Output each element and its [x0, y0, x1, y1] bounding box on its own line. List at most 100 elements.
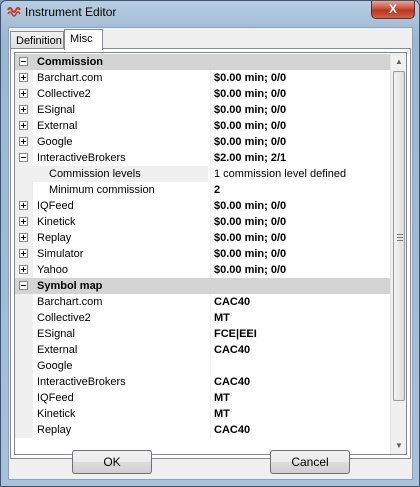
property-name: Minimum commission [49, 184, 155, 196]
row-gutter [15, 310, 33, 326]
tab-definition[interactable]: Definition [10, 31, 64, 49]
expand-plus-icon[interactable] [19, 201, 28, 210]
property-value[interactable]: MT [210, 406, 392, 422]
category-row[interactable]: Symbol map [15, 278, 392, 294]
row-gutter [15, 198, 33, 214]
row-gutter [15, 390, 33, 406]
property-row[interactable]: Yahoo $0.00 min; 0/0 [15, 262, 392, 278]
property-name: Yahoo [37, 264, 68, 276]
property-name: ESignal [37, 104, 75, 116]
collapse-minus-icon[interactable] [19, 153, 28, 162]
property-value[interactable]: CAC40 [210, 294, 392, 310]
property-name: Commission levels [33, 166, 208, 182]
property-row[interactable]: IQFeed MT [15, 390, 392, 406]
tab-misc[interactable]: Misc [64, 29, 103, 50]
ok-button[interactable]: OK [72, 450, 152, 474]
property-value[interactable]: CAC40 [210, 342, 392, 358]
property-row[interactable]: Kinetick $0.00 min; 0/0 [15, 214, 392, 230]
scroll-down-arrow-icon[interactable]: ▼ [391, 437, 406, 454]
property-row[interactable]: Collective2 MT [15, 310, 392, 326]
property-value[interactable]: $0.00 min; 0/0 [210, 246, 392, 262]
property-value[interactable]: $0.00 min; 0/0 [210, 102, 392, 118]
expand-plus-icon[interactable] [19, 233, 28, 242]
row-gutter [15, 326, 33, 342]
property-name: External [37, 344, 78, 356]
instrument-editor-window: Instrument Editor X Definition Misc Comm… [0, 0, 420, 487]
property-row[interactable]: Simulator $0.00 min; 0/0 [15, 246, 392, 262]
property-row[interactable]: Replay CAC40 [15, 422, 392, 438]
property-value[interactable]: $0.00 min; 0/0 [210, 86, 392, 102]
property-value[interactable]: CAC40 [210, 374, 392, 390]
property-row[interactable]: Barchart.com $0.00 min; 0/0 [15, 70, 392, 86]
property-row[interactable]: External CAC40 [15, 342, 392, 358]
property-value[interactable]: MT [210, 390, 392, 406]
property-value[interactable] [210, 358, 392, 374]
row-gutter [15, 150, 33, 166]
property-value[interactable]: CAC40 [210, 422, 392, 438]
property-row[interactable]: Collective2 $0.00 min; 0/0 [15, 86, 392, 102]
property-value[interactable]: $2.00 min; 2/1 [210, 150, 392, 166]
collapse-minus-icon[interactable] [19, 281, 28, 290]
close-icon: X [388, 2, 397, 16]
property-name: Simulator [37, 248, 84, 260]
property-row[interactable]: Google [15, 358, 392, 374]
expand-plus-icon[interactable] [19, 249, 28, 258]
property-row[interactable]: Minimum commission 2 [15, 182, 392, 198]
row-gutter [15, 118, 33, 134]
property-name: Kinetick [37, 408, 76, 420]
property-row[interactable]: InteractiveBrokers CAC40 [15, 374, 392, 390]
property-name: Replay [37, 232, 72, 244]
row-gutter [15, 166, 33, 182]
property-row[interactable]: Kinetick MT [15, 406, 392, 422]
grip-icon [397, 234, 403, 241]
collapse-minus-icon[interactable] [19, 57, 28, 66]
row-gutter [15, 262, 33, 278]
row-gutter [15, 246, 33, 262]
row-gutter [15, 54, 33, 70]
row-gutter [15, 374, 33, 390]
expand-plus-icon[interactable] [19, 137, 28, 146]
property-name: Barchart.com [37, 72, 103, 84]
property-name: Google [37, 360, 73, 372]
scroll-up-arrow-icon[interactable]: ▲ [391, 53, 406, 70]
property-value[interactable]: $0.00 min; 0/0 [210, 262, 392, 278]
property-value[interactable]: MT [210, 310, 392, 326]
property-value[interactable]: $0.00 min; 0/0 [210, 230, 392, 246]
property-value[interactable]: FCE|EEI [210, 326, 392, 342]
property-row[interactable]: Commission levels 1 commission level defi… [15, 166, 392, 182]
property-row[interactable]: ESignal $0.00 min; 0/0 [15, 102, 392, 118]
expand-plus-icon[interactable] [19, 121, 28, 130]
property-value[interactable]: $0.00 min; 0/0 [210, 198, 392, 214]
property-row[interactable]: External $0.00 min; 0/0 [15, 118, 392, 134]
row-gutter [15, 134, 33, 150]
expand-plus-icon[interactable] [19, 105, 28, 114]
property-value[interactable]: $0.00 min; 0/0 [210, 118, 392, 134]
property-row[interactable]: ESignal FCE|EEI [15, 326, 392, 342]
title-bar[interactable]: Instrument Editor X [1, 1, 419, 23]
property-row[interactable]: Barchart.com CAC40 [15, 294, 392, 310]
property-value[interactable]: 2 [210, 182, 392, 198]
property-row[interactable]: IQFeed $0.00 min; 0/0 [15, 198, 392, 214]
category-row[interactable]: Commission [15, 54, 392, 70]
property-value[interactable]: $0.00 min; 0/0 [210, 214, 392, 230]
property-name: ESignal [37, 328, 75, 340]
row-gutter [15, 102, 33, 118]
property-name: Kinetick [37, 216, 76, 228]
property-row[interactable]: Google $0.00 min; 0/0 [15, 134, 392, 150]
property-value[interactable]: 1 commission level defined [210, 166, 392, 182]
property-name: InteractiveBrokers [37, 152, 126, 164]
row-gutter [15, 182, 33, 198]
property-value[interactable]: $0.00 min; 0/0 [210, 70, 392, 86]
property-row[interactable]: Replay $0.00 min; 0/0 [15, 230, 392, 246]
scroll-thumb[interactable] [393, 71, 405, 401]
close-button[interactable]: X [371, 1, 415, 19]
cancel-button[interactable]: Cancel [270, 450, 350, 474]
expand-plus-icon[interactable] [19, 265, 28, 274]
expand-plus-icon[interactable] [19, 73, 28, 82]
expand-plus-icon[interactable] [19, 89, 28, 98]
vertical-scrollbar[interactable]: ▲ ▼ [390, 53, 406, 454]
expand-plus-icon[interactable] [19, 217, 28, 226]
row-gutter [15, 214, 33, 230]
property-row[interactable]: InteractiveBrokers $2.00 min; 2/1 [15, 150, 392, 166]
property-value[interactable]: $0.00 min; 0/0 [210, 134, 392, 150]
